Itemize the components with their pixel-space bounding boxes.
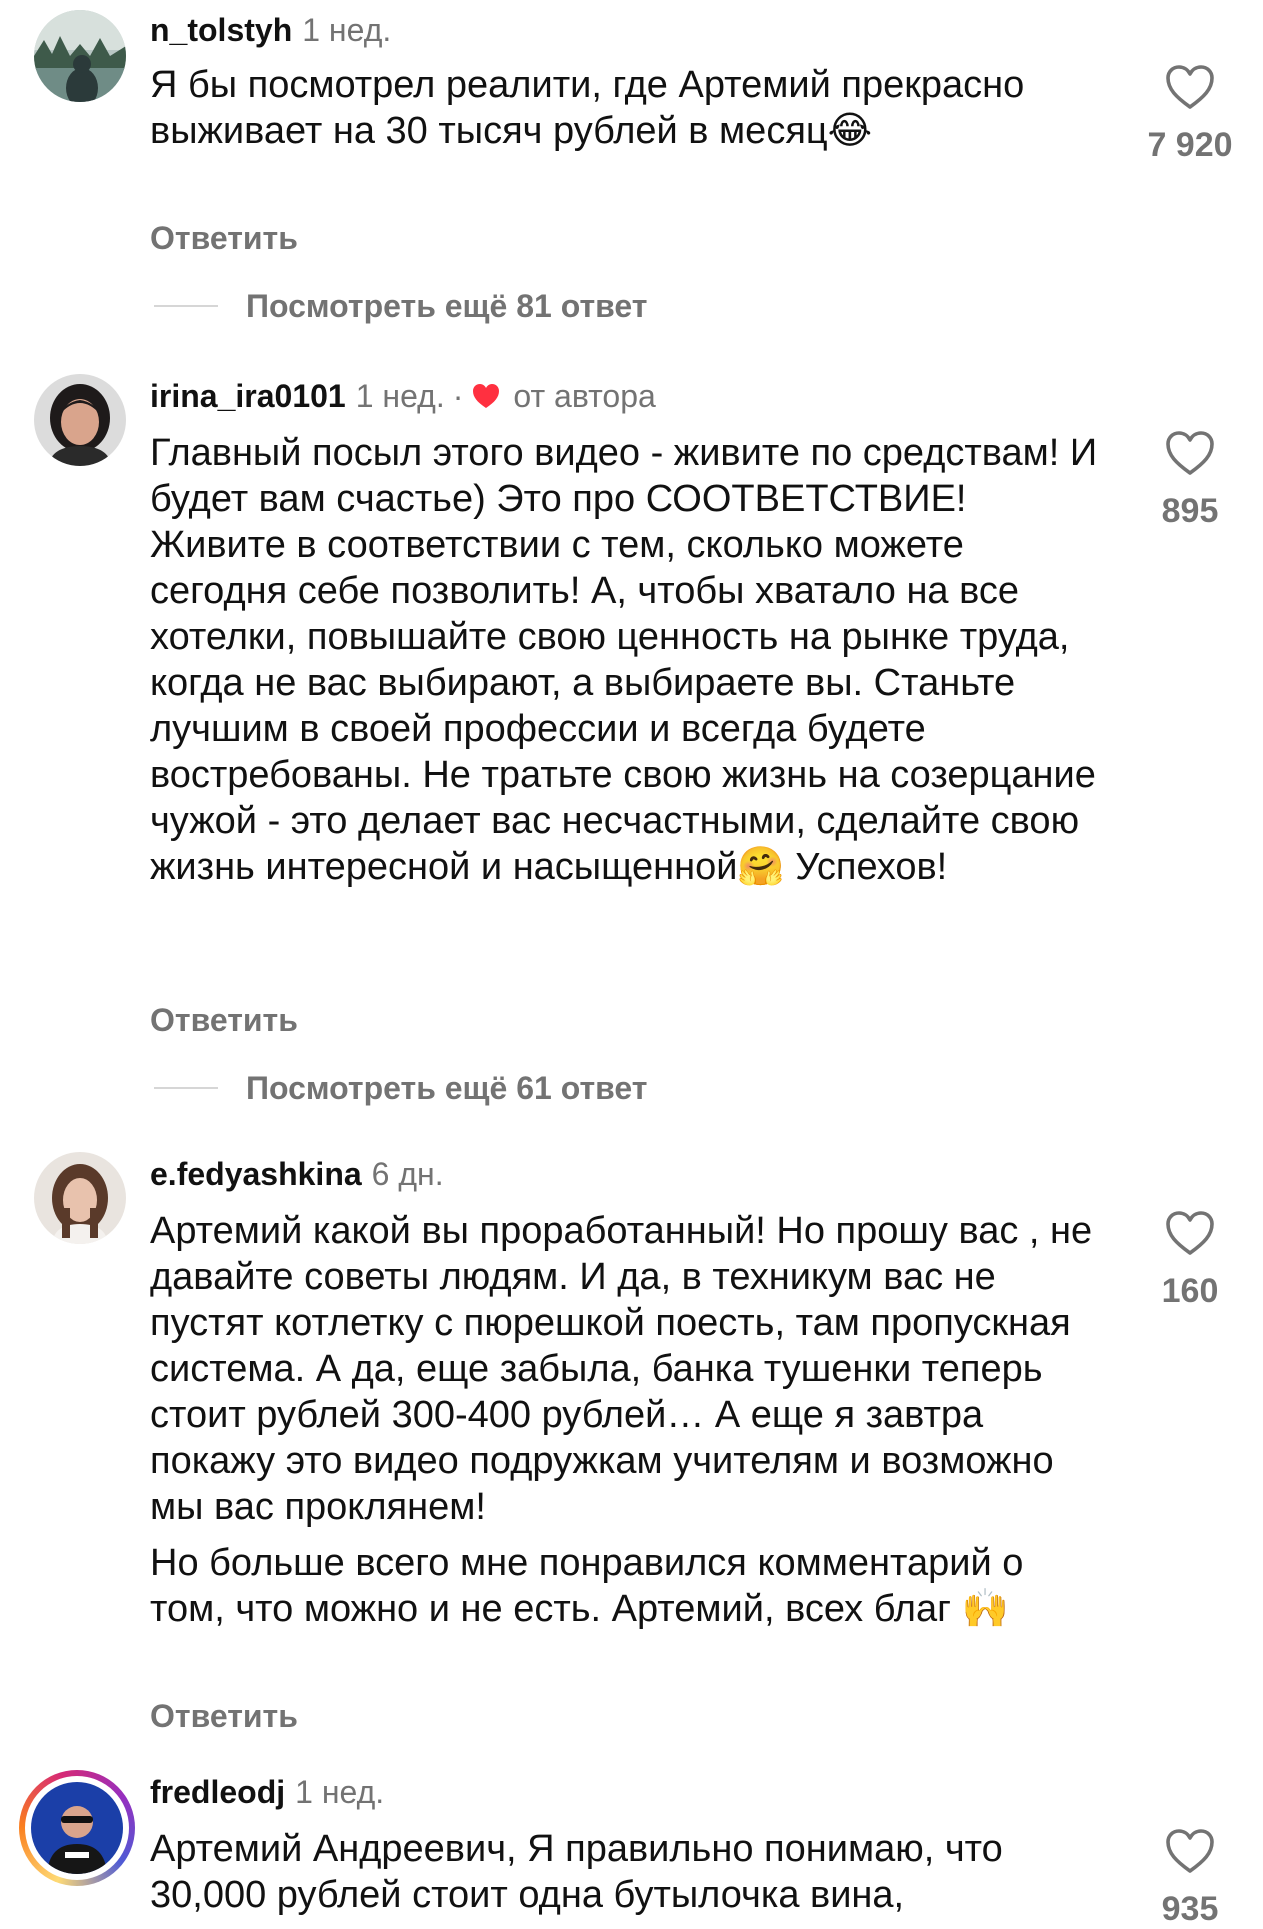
timestamp: 1 нед.: [295, 1774, 385, 1810]
like-count: 895: [1161, 492, 1219, 530]
reply-button[interactable]: Ответить: [150, 1000, 298, 1040]
landscape-avatar-icon: [34, 10, 126, 102]
comment-text: Главный посыл этого видео - живите по ср…: [150, 430, 1100, 890]
reply-button[interactable]: Ответить: [150, 1696, 298, 1736]
girl-avatar-icon: [34, 1152, 126, 1244]
comment-text: Артемий какой вы проработанный! Но прошу…: [150, 1208, 1100, 1632]
comment-text: Артемий Андреевич, Я правильно понимаю, …: [150, 1826, 1100, 1918]
like-button[interactable]: 160: [1140, 1210, 1240, 1311]
view-more-replies[interactable]: Посмотреть ещё 81 ответ: [154, 286, 647, 326]
like-button[interactable]: 935: [1140, 1828, 1240, 1929]
reply-button[interactable]: Ответить: [150, 218, 298, 258]
comment-paragraph: Артемий какой вы проработанный! Но прошу…: [150, 1210, 1093, 1528]
heart-icon: [1166, 1829, 1214, 1873]
avatar[interactable]: [34, 374, 126, 466]
avatar-with-story-ring[interactable]: [19, 1770, 135, 1886]
heart-icon: [1166, 65, 1214, 109]
username[interactable]: irina_ira0101: [150, 374, 346, 418]
timestamp: 1 нед.: [302, 12, 392, 48]
comment-paragraph: Артемий Андреевич, Я правильно понимаю, …: [150, 1828, 1003, 1916]
view-more-replies[interactable]: Посмотреть ещё 61 ответ: [154, 1068, 647, 1108]
username[interactable]: n_tolstyh: [150, 8, 292, 52]
like-count: 935: [1161, 1890, 1219, 1928]
comment-paragraph: Главный посыл этого видео - живите по ср…: [150, 432, 1098, 888]
like-count: 7 920: [1147, 126, 1233, 164]
username[interactable]: fredleodj: [150, 1770, 285, 1814]
like-count: 160: [1161, 1272, 1219, 1310]
divider: [154, 1087, 218, 1089]
view-more-replies-label: Посмотреть ещё 81 ответ: [246, 287, 648, 324]
comment-meta: irina_ira0101 1 нед. · от автора: [150, 374, 656, 418]
comment-paragraph: Я бы посмотрел реалити, где Артемий прек…: [150, 64, 1025, 152]
filled-heart-icon: [473, 384, 500, 408]
like-button[interactable]: 7 920: [1140, 64, 1240, 165]
timestamp: 1 нед.: [355, 378, 445, 414]
comment-paragraph: Но больше всего мне понравился комментар…: [150, 1542, 1024, 1630]
view-more-replies-label: Посмотреть ещё 61 ответ: [246, 1069, 648, 1106]
separator-dot: ·: [452, 378, 464, 414]
comment-meta: n_tolstyh 1 нед.: [150, 8, 391, 52]
heart-icon: [1166, 431, 1214, 475]
like-button[interactable]: 895: [1140, 430, 1240, 531]
avatar[interactable]: [34, 1152, 126, 1244]
woman-avatar-icon: [34, 374, 126, 466]
dj-avatar-icon: [31, 1782, 123, 1874]
comment-meta: e.fedyashkina 6 дн.: [150, 1152, 444, 1196]
timestamp: 6 дн.: [371, 1156, 444, 1192]
avatar[interactable]: [34, 10, 126, 102]
heart-icon: [1166, 1211, 1214, 1255]
story-ring-gap: [25, 1776, 129, 1880]
liked-by-author-badge: от автора: [513, 378, 656, 414]
divider: [154, 305, 218, 307]
username[interactable]: e.fedyashkina: [150, 1152, 362, 1196]
comment-meta: fredleodj 1 нед.: [150, 1770, 384, 1814]
comment-text: Я бы посмотрел реалити, где Артемий прек…: [150, 62, 1100, 154]
